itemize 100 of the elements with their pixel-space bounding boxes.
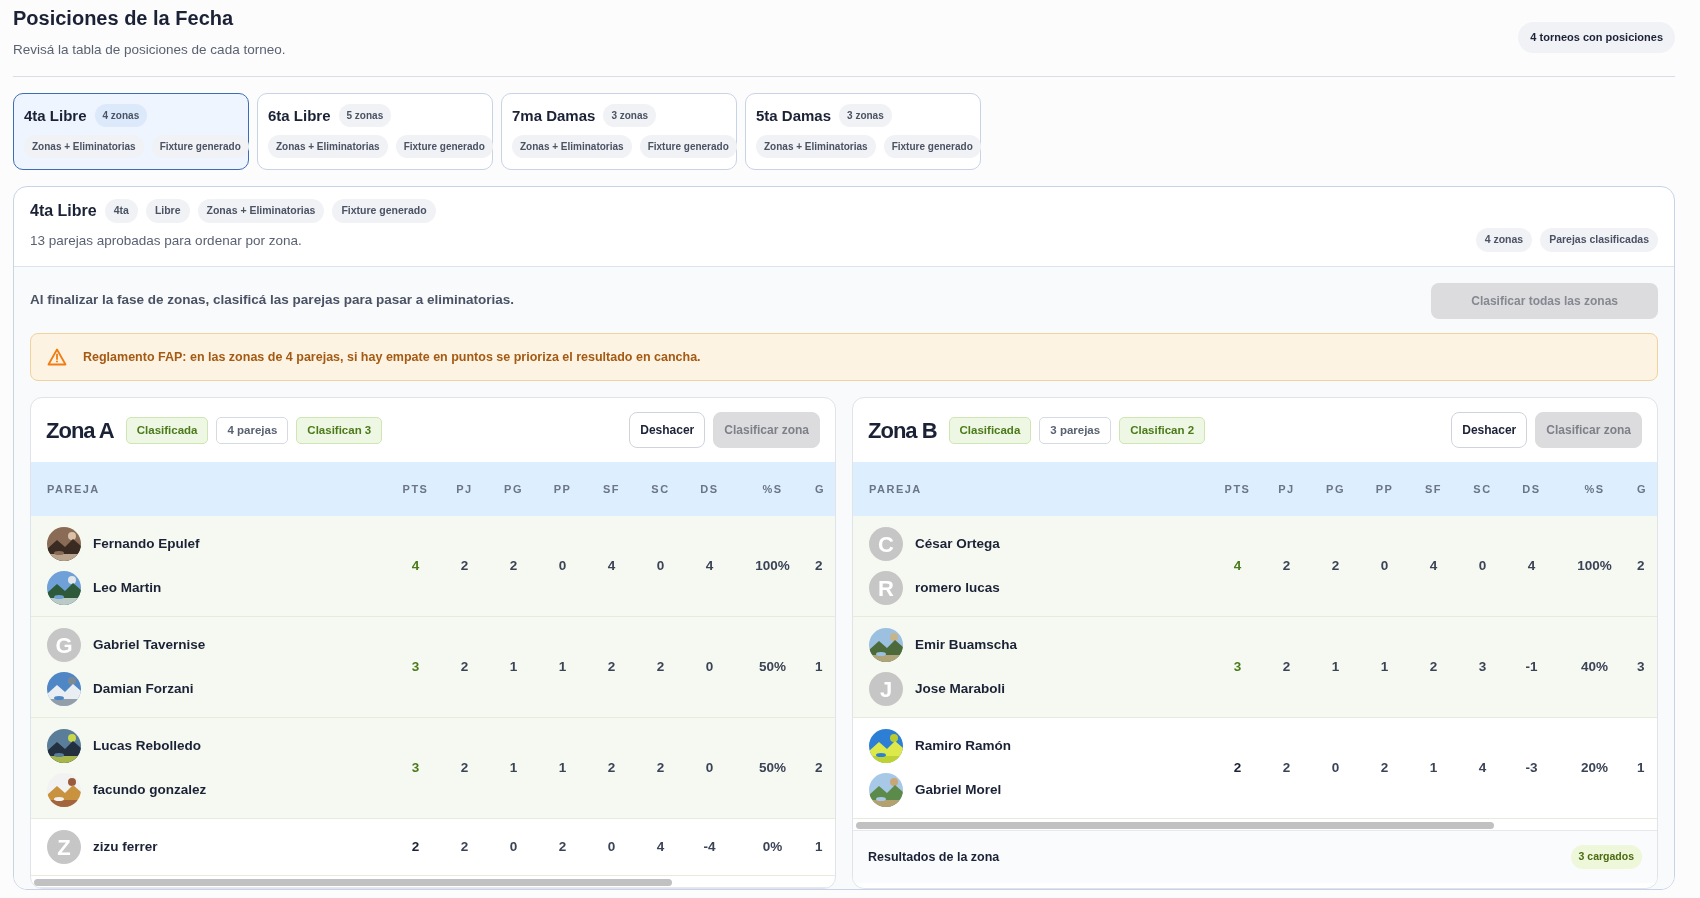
table-cell: 2	[1262, 717, 1311, 819]
page-subtitle: Revisá la tabla de posiciones de cada torneo.	[13, 41, 286, 59]
table-cell: 1	[489, 717, 538, 819]
zone-count-badge: 3 zonas	[839, 104, 892, 128]
warning-icon	[47, 347, 67, 366]
table-cell: 2	[587, 616, 636, 718]
column-header: PG	[1311, 462, 1360, 517]
table-cell: 1	[538, 717, 587, 819]
table-cell: 2	[1409, 616, 1458, 718]
table-cell: 2	[636, 717, 685, 819]
scrollbar[interactable]	[856, 822, 1495, 830]
table-cell: -1	[1507, 616, 1556, 718]
table-cell: 4	[391, 516, 440, 617]
table-cell: 1	[538, 616, 587, 718]
avatar: Z	[47, 830, 81, 865]
table-cell: 3	[391, 616, 440, 718]
column-header: PP	[538, 462, 587, 517]
column-header: %S	[1556, 462, 1633, 517]
column-header: G	[1633, 462, 1657, 517]
tournament-card[interactable]: 5ta Damas 3 zonas Zonas + Eliminatorias Fixture generado	[745, 93, 981, 171]
table-cell: 2	[440, 818, 489, 876]
player-name: Damian Forzani	[93, 680, 194, 699]
table-cell: 3	[391, 717, 440, 819]
avatar: C	[869, 527, 903, 562]
tag: Libre	[145, 199, 190, 224]
table-cell: 0	[538, 516, 587, 617]
column-header: PAREJA	[853, 462, 1213, 517]
table-cell: 1	[1360, 616, 1409, 718]
table-cell: 2	[811, 717, 835, 819]
table-cell: 4	[1409, 516, 1458, 617]
zone-count-badge: 5 zonas	[338, 104, 392, 128]
tag: Fixture generado	[883, 135, 981, 159]
table-cell: 3	[1458, 616, 1507, 718]
table-cell: 0	[489, 818, 538, 876]
table-cell: 0	[685, 616, 734, 718]
column-header: PG	[489, 462, 538, 517]
table-cell: 2	[489, 516, 538, 617]
player-name: Leo Martin	[93, 579, 162, 598]
tournament-card[interactable]: 4ta Libre 4 zonas Zonas + Eliminatorias Fixture generado	[13, 93, 249, 171]
zone-button[interactable]: Deshacer	[629, 412, 706, 449]
table-cell: 2	[440, 616, 489, 718]
tournament-name: 4ta Libre	[24, 105, 87, 126]
table-cell: 2	[1311, 516, 1360, 617]
table-cell: 3	[1633, 616, 1657, 718]
instruction-text: Al finalizar la fase de zonas, clasificá las parejas para pasar a eliminatorias.	[30, 291, 514, 310]
column-header: PJ	[1262, 462, 1311, 517]
table-cell: 2	[811, 516, 835, 617]
column-header: PJ	[440, 462, 489, 517]
tournament-card[interactable]: 6ta Libre 5 zonas Zonas + Eliminatorias Fixture generado	[257, 93, 493, 171]
avatar: G	[47, 628, 81, 663]
table-cell: 2	[1262, 616, 1311, 718]
tournament-name: 7ma Damas	[512, 105, 596, 126]
table-cell: 100%	[734, 516, 811, 617]
column-header: PP	[1360, 462, 1409, 517]
table-cell: 4	[1458, 717, 1507, 819]
page-title: Posiciones de la Fecha	[13, 6, 235, 30]
table-cell: 1	[1633, 717, 1657, 819]
table-cell: 2	[440, 717, 489, 819]
table-cell: 1	[811, 616, 835, 718]
tournament-subtitle: 13 parejas aprobadas para ordenar por zona.	[30, 232, 303, 251]
column-header: PTS	[1213, 462, 1262, 517]
column-header: PAREJA	[31, 462, 391, 517]
table-cell: 2	[1360, 717, 1409, 819]
count-badge: 4 torneos con posiciones	[1518, 22, 1675, 53]
table-cell: 1	[489, 616, 538, 718]
tag: Zonas + Eliminatorias	[512, 135, 632, 159]
tournament-name: 5ta Damas	[756, 105, 832, 126]
zone-button[interactable]: Deshacer	[1451, 412, 1528, 449]
table-cell: 2	[1262, 516, 1311, 617]
table-cell: 50%	[734, 717, 811, 819]
column-header: PTS	[391, 462, 440, 517]
column-header: %S	[734, 462, 811, 517]
table-cell: 0	[1458, 516, 1507, 617]
table-cell: 4	[685, 516, 734, 617]
player-name: Fernando Epulef	[93, 535, 200, 554]
column-header: SC	[1458, 462, 1507, 517]
table-cell: 2	[440, 516, 489, 617]
alert-text: Reglamento FAP: en las zonas de 4 parejas, si hay empate en puntos se prioriza el resultado en cancha.	[83, 348, 701, 366]
player-name: Gabriel Tavernise	[93, 636, 206, 655]
tournament-title: 4ta Libre	[30, 201, 97, 222]
tag: Fixture generado	[151, 135, 249, 159]
tournament-card[interactable]: 7ma Damas 3 zonas Zonas + Eliminatorias Fixture generado	[501, 93, 737, 171]
table-cell: 4	[636, 818, 685, 876]
tag: Fixture generado	[639, 135, 737, 159]
column-header: SF	[587, 462, 636, 517]
player-name: Jose Maraboli	[915, 680, 1006, 699]
table-cell: 0	[587, 818, 636, 876]
player-name: romero lucas	[915, 579, 1000, 598]
player-name: zizu ferrer	[93, 838, 158, 857]
tag: Zonas + Eliminatorias	[268, 135, 388, 159]
table-cell: 2	[636, 616, 685, 718]
count-badge: 3 cargados	[1570, 845, 1642, 869]
avatar: R	[869, 571, 903, 606]
table-cell: 0	[1311, 717, 1360, 819]
table-cell: 40%	[1556, 616, 1633, 718]
table-cell: 3	[1213, 616, 1262, 718]
scrollbar[interactable]	[34, 879, 673, 887]
table-cell: 4	[1507, 516, 1556, 617]
zone-badge: Clasifican 2	[1119, 416, 1206, 444]
zone-badge: Clasifican 3	[296, 416, 383, 444]
